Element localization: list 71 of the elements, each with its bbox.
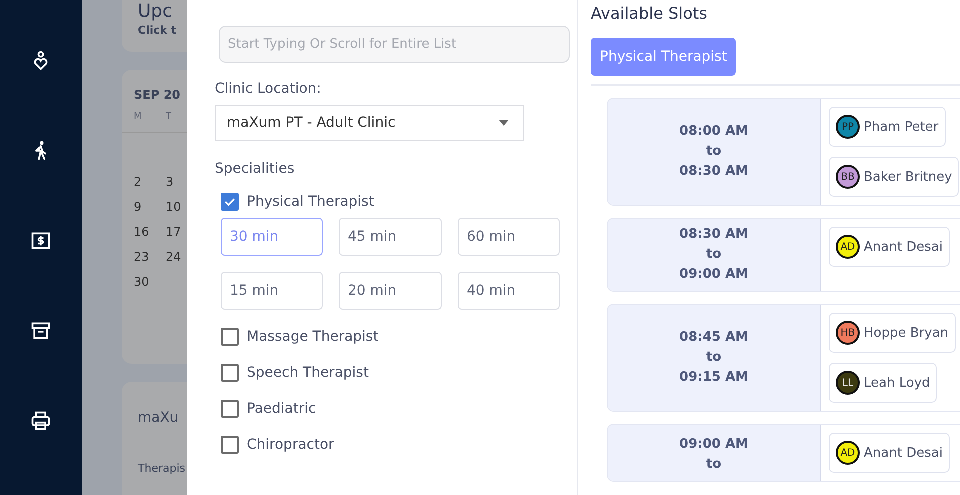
time-text: 09:15 AM [680,369,748,387]
avatar-initials: PP [836,115,860,139]
calendar-day[interactable]: 10 [166,200,187,214]
section-label: Specialities [215,161,296,177]
checkbox[interactable] [221,192,239,210]
checkbox-label: Chiropractor [247,436,334,452]
therapist-name: Pham Peter [864,120,939,134]
therapist-name: Hoppe Bryan [864,326,949,340]
therapist-name: Anant Desai [864,446,943,460]
avatar-initials: LL [836,371,860,395]
duration-option[interactable]: 15 min [221,272,323,310]
avatar-initials: AD [836,235,860,259]
checkbox-label: Physical Therapist [247,194,374,210]
calendar-day[interactable]: 17 [166,225,187,239]
therapist-chip[interactable]: PP Pham Peter [829,107,946,147]
calendar-day[interactable]: 16 [134,225,166,239]
checkbox-label: Paediatric [247,400,316,416]
card-title: maXu [138,410,180,426]
weekday-label: T [166,112,172,122]
avatar-initials: BB [836,165,860,189]
card-label: Therapis [138,462,186,475]
time-text: 08:30 AM [680,226,748,244]
therapist-chip[interactable]: AD Anant Desai [829,227,950,267]
checkbox-label: Speech Therapist [247,364,369,380]
checkbox[interactable] [221,436,239,454]
specialty-tab[interactable]: Physical Therapist [591,38,736,76]
therapist-name: Leah Loyd [864,376,930,390]
duration-option[interactable]: 40 min [458,272,560,310]
archive-box-icon[interactable] [30,320,52,342]
checkbox-label: Massage Therapist [247,328,379,344]
caret-icon [499,120,509,126]
avatar-initials: HB [836,321,860,345]
calendar-day[interactable]: 23 [134,250,166,264]
calendar-day[interactable]: 2 [134,175,166,189]
therapist-name: Anant Desai [864,240,943,254]
therapist-chip[interactable]: AD Anant Desai [829,433,950,473]
duration-option[interactable]: 20 min [339,272,442,310]
calendar-month: SEP 20 [133,87,182,102]
time-text: to [706,143,722,161]
time-text: 08:45 AM [680,329,748,347]
checkbox[interactable] [221,328,239,346]
duration-option[interactable]: 30 min [221,218,323,256]
time-text: 09:00 AM [680,266,748,284]
weekday-label: M [134,112,143,122]
time-text: to [706,349,722,367]
therapist-search-field[interactable]: Start Typing Or Scroll for Entire List [219,26,570,63]
calendar-day[interactable]: 24 [166,250,187,264]
field-label: Clinic Location: [215,81,322,97]
calendar-day[interactable]: 3 [166,175,187,189]
card-subtitle: Click t [138,24,178,37]
time-text: 08:30 AM [680,163,748,181]
printer-icon[interactable] [30,410,52,432]
time-text: 09:00 AM [680,436,748,454]
checkbox[interactable] [221,364,239,382]
duration-option[interactable]: 60 min [458,218,560,256]
therapist-chip[interactable]: LL Leah Loyd [829,363,938,403]
calendar-day[interactable]: 30 [134,275,166,289]
therapist-chip[interactable]: HB Hoppe Bryan [829,313,956,353]
card-title: Upc [138,2,174,22]
time-text: to [706,246,722,264]
dollar-box-icon[interactable] [30,230,52,252]
duration-option[interactable]: 45 min [339,218,442,256]
calendar-day[interactable]: 9 [134,200,166,214]
time-text: 08:00 AM [680,123,748,141]
time-text: to [706,456,722,474]
checkbox[interactable] [221,400,239,418]
section-title: Available Slots [591,4,709,23]
clinic-location-dropdown[interactable]: maXum PT - Adult Clinic [215,105,524,141]
therapist-name: Baker Britney [864,170,952,184]
avatar-initials: AD [836,441,860,465]
therapist-chip[interactable]: BB Baker Britney [829,157,960,197]
